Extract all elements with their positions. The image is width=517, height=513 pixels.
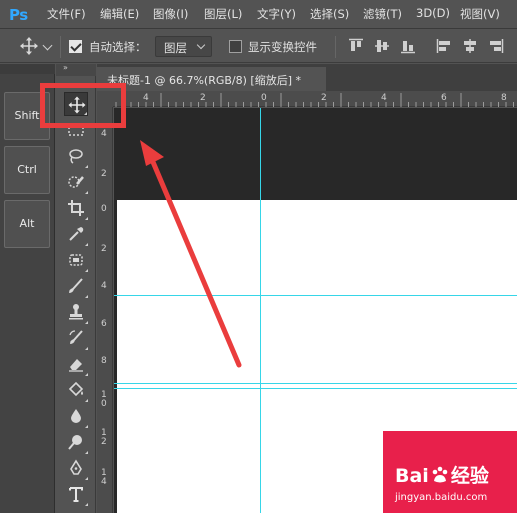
watermark-brand-prefix: Bai [395,465,429,487]
watermark-url: jingyan.baidu.com [395,492,488,503]
baidu-paw-icon [432,466,448,483]
photoshop-window: Ps 文件(F) 编辑(E) 图像(I) 图层(L) 文字(Y) 选择(S) 滤… [0,0,517,513]
watermark-logo: Bai 经验 [395,461,489,488]
baidu-jingyan-watermark: Bai 经验 jingyan.baidu.com [383,431,517,513]
watermark-brand-suffix: 经验 [450,465,489,487]
